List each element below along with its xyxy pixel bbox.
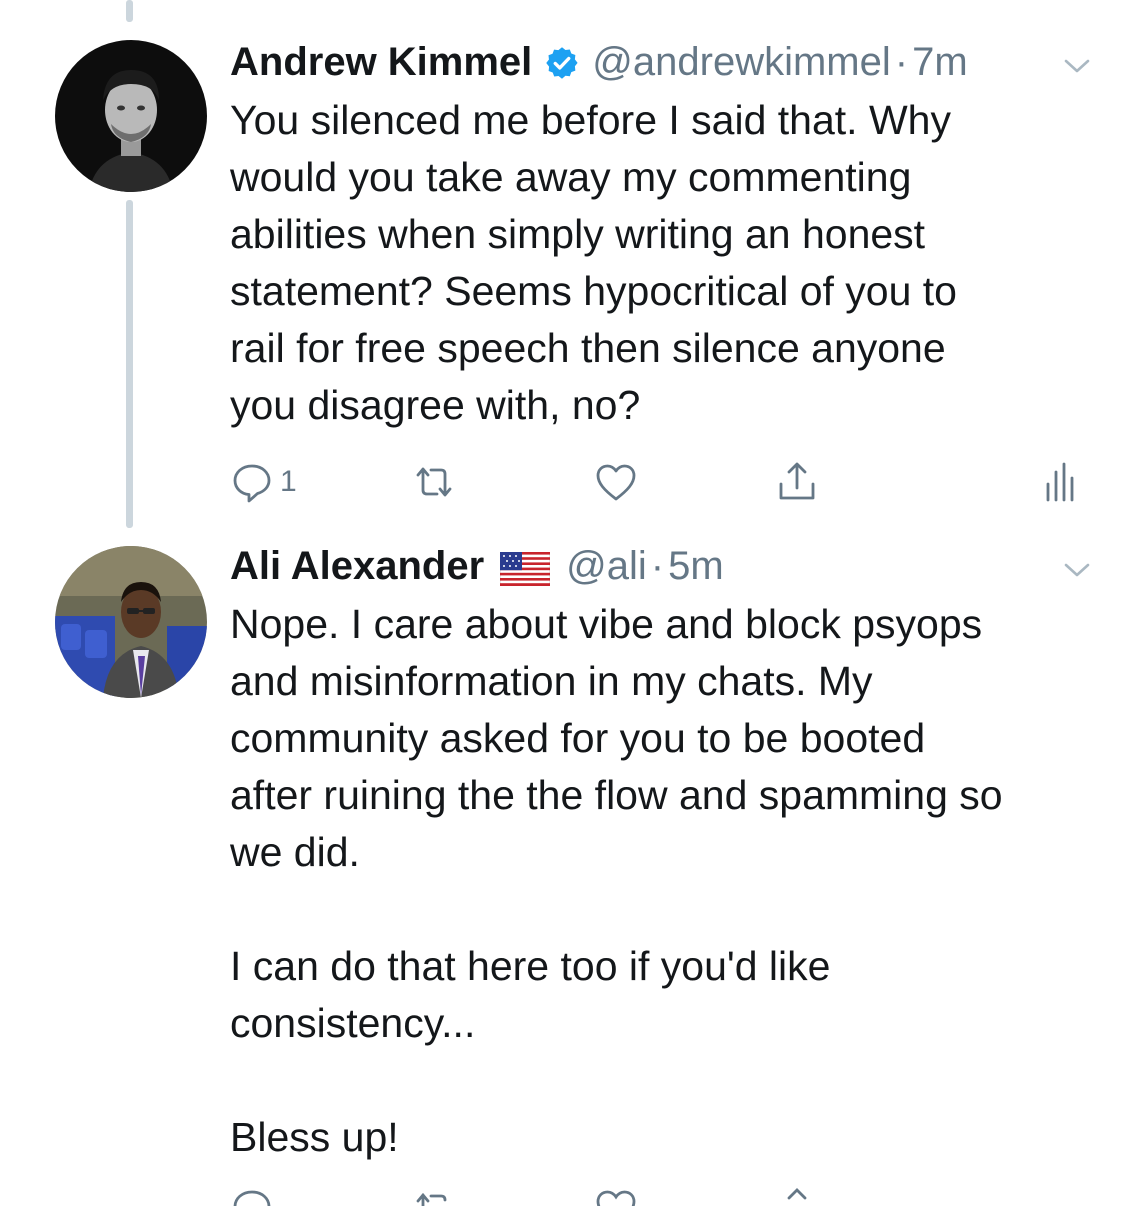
timestamp[interactable]: 5m [668,542,724,590]
us-flag-icon [499,549,551,587]
handle[interactable]: @ali [566,542,647,590]
handle[interactable]: @andrewkimmel [592,38,890,86]
verified-badge-icon [544,44,580,80]
share-button[interactable] [775,460,819,504]
share-icon [775,460,819,504]
retweet-icon [412,1186,456,1206]
thread-connector-top [126,0,133,22]
tweet-header: Ali Alexander @ali · 5m [230,542,1092,590]
chevron-down-icon[interactable] [1062,548,1092,578]
separator-dot: · [894,40,909,84]
chevron-down-icon[interactable] [1062,44,1092,74]
reply-button[interactable] [230,1186,274,1206]
tweet-text: You silenced me before I said that. Why … [230,97,957,428]
avatar-andrew-kimmel[interactable] [55,40,207,192]
thread-connector [126,200,133,528]
avatar-ali-alexander[interactable] [55,546,207,698]
share-button[interactable] [775,1186,819,1206]
reply-button[interactable]: 1 [230,460,297,504]
tweet-text: Nope. I care about vibe and block psyops… [230,601,1003,1160]
heart-icon [594,460,638,504]
separator-dot: · [650,544,665,588]
reply-icon [230,1186,274,1206]
tweet-actions: 1 [230,460,1090,510]
retweet-button[interactable] [412,460,456,504]
retweet-icon [412,460,456,504]
like-button[interactable] [594,460,638,504]
timestamp[interactable]: 7m [912,38,968,86]
display-name[interactable]: Ali Alexander [230,542,484,590]
display-name[interactable]: Andrew Kimmel [230,38,532,86]
share-icon [775,1186,819,1206]
like-button[interactable] [594,1186,638,1206]
reply-count: 1 [280,465,297,498]
analytics-icon [1038,460,1082,504]
retweet-button[interactable] [412,1186,456,1206]
tweet-header: Andrew Kimmel @andrewkimmel · 7m [230,38,1092,86]
reply-icon [230,460,274,504]
analytics-button[interactable] [1038,460,1082,504]
heart-icon [594,1186,638,1206]
